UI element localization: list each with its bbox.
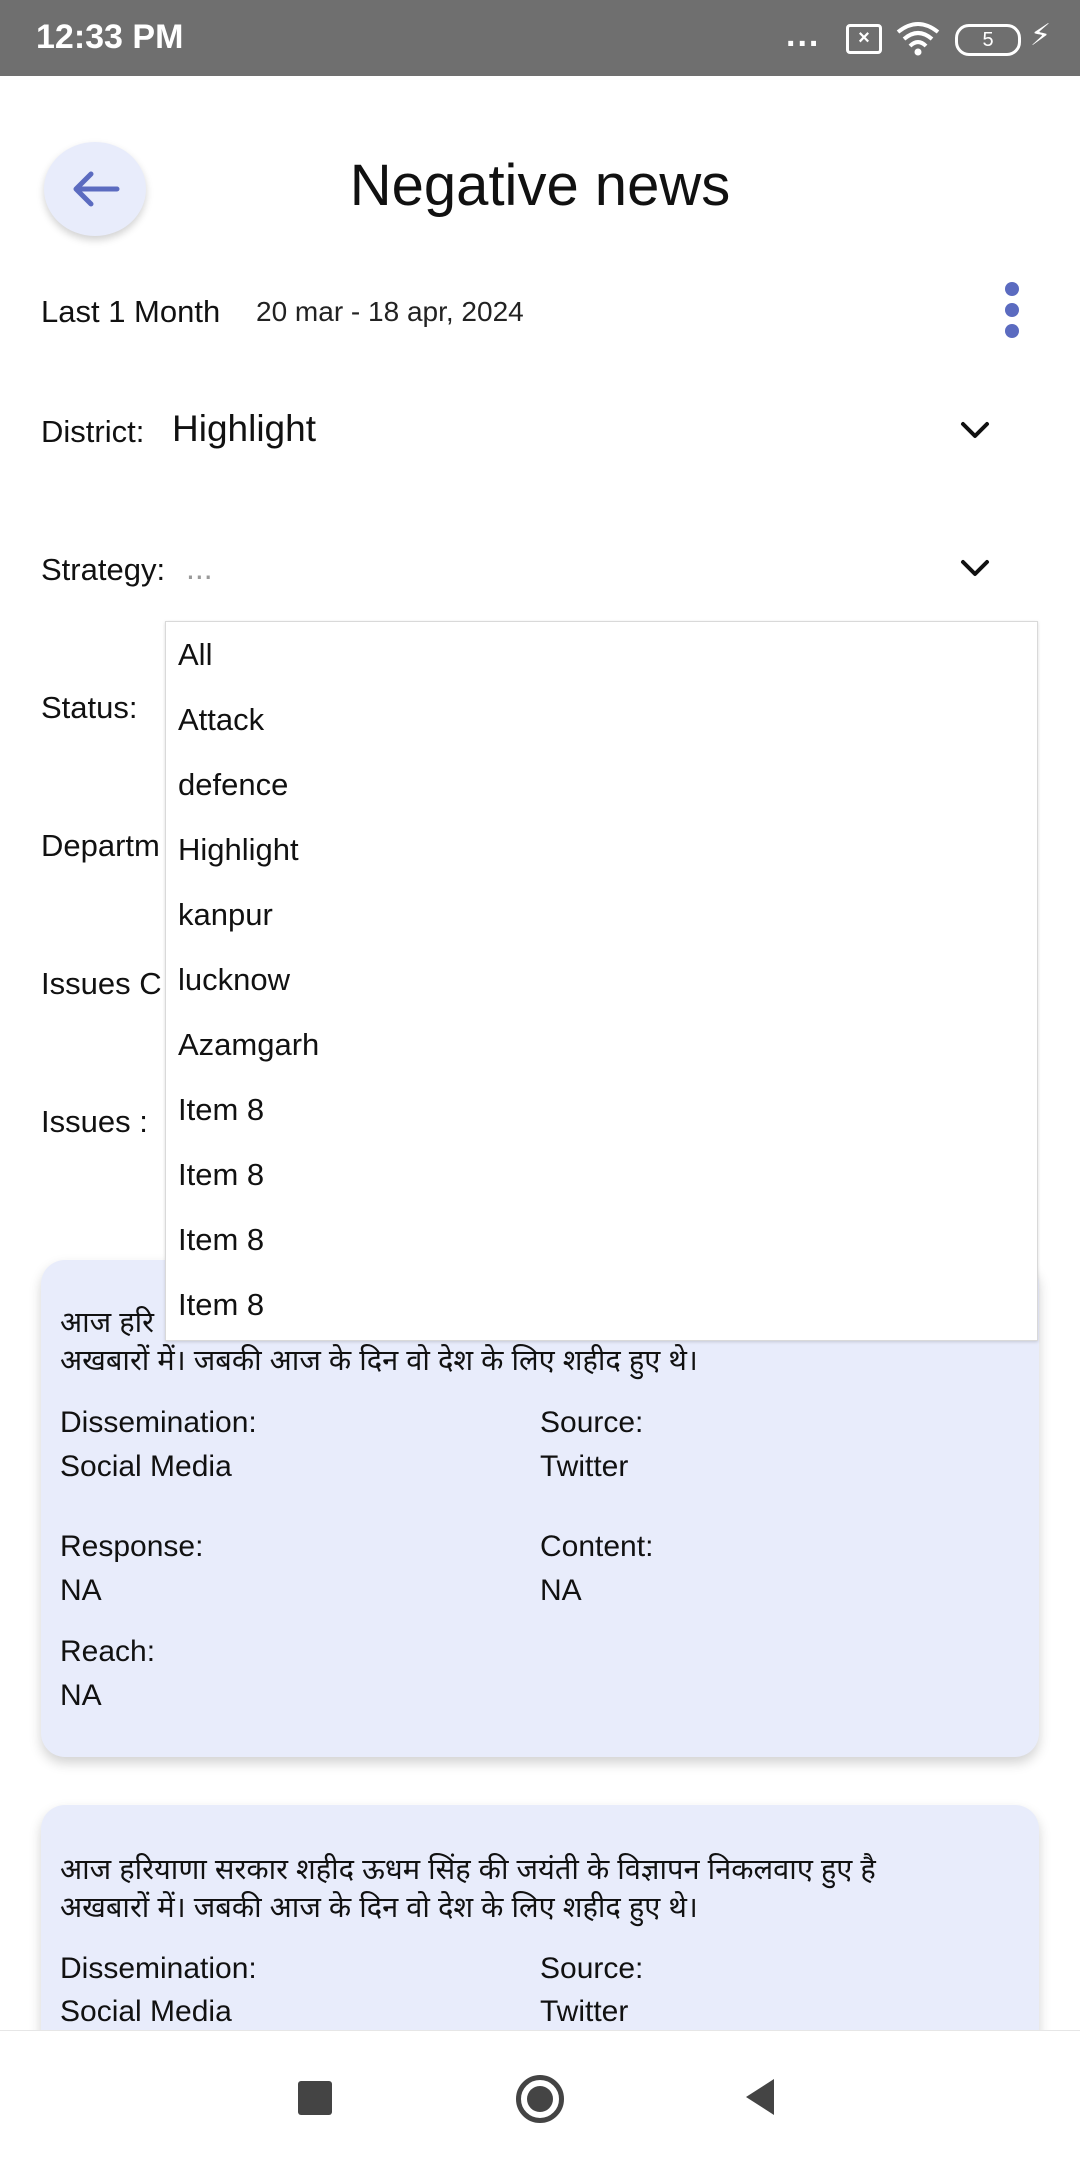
source-value: Twitter: [540, 1450, 629, 1483]
dissemination-label: Dissemination:: [60, 1952, 257, 1985]
district-chevron-down-icon[interactable]: [955, 414, 995, 446]
strategy-label: Strategy:: [41, 552, 166, 587]
dropdown-option-item-8[interactable]: Item 8: [166, 1207, 1037, 1272]
content-value: NA: [540, 1574, 582, 1607]
sim-x-icon: ×: [846, 24, 882, 54]
source-value: Twitter: [540, 1995, 629, 2028]
recent-apps-icon[interactable]: [298, 2081, 332, 2115]
dissemination-label: Dissemination:: [60, 1406, 257, 1439]
department-label: Departm: [41, 828, 160, 863]
dropdown-option-attack[interactable]: Attack: [166, 687, 1037, 752]
dropdown-option-defence[interactable]: defence: [166, 752, 1037, 817]
notification-dots: ...: [786, 16, 821, 54]
news-text-line-2: अखबारों में। जबकी आज के दिन वो देश के लि…: [60, 1892, 698, 1924]
dropdown-option-item-8[interactable]: Item 8: [166, 1272, 1037, 1337]
date-range-dates: 20 mar - 18 apr, 2024: [256, 296, 524, 327]
strategy-dropdown-menu: All Attack defence Highlight kanpur luck…: [165, 621, 1038, 1341]
battery-icon: 5: [955, 24, 1021, 56]
dropdown-option-all[interactable]: All: [166, 622, 1037, 687]
news-text-line-1: आज हरियाणा सरकार शहीद ऊधम सिंह की जयंती …: [60, 1854, 876, 1886]
dropdown-option-item-8[interactable]: Item 8: [166, 1142, 1037, 1207]
district-label: District:: [41, 414, 145, 449]
dropdown-option-kanpur[interactable]: kanpur: [166, 882, 1037, 947]
source-label: Source:: [540, 1952, 644, 1985]
charging-bolt-icon: ⚡: [1030, 19, 1052, 52]
response-label: Response:: [60, 1530, 204, 1563]
dissemination-value: Social Media: [60, 1995, 232, 2028]
reach-value: NA: [60, 1679, 102, 1712]
dropdown-option-item-8[interactable]: Item 8: [166, 1077, 1037, 1142]
dissemination-value: Social Media: [60, 1450, 232, 1483]
source-label: Source:: [540, 1406, 644, 1439]
dropdown-option-azamgarh[interactable]: Azamgarh: [166, 1012, 1037, 1077]
status-time: 12:33 PM: [36, 18, 184, 56]
strategy-select[interactable]: ...: [186, 550, 213, 587]
home-icon[interactable]: [516, 2075, 564, 2123]
dropdown-option-highlight[interactable]: Highlight: [166, 817, 1037, 882]
issues-label: Issues :: [41, 1104, 148, 1139]
dropdown-option-lucknow[interactable]: lucknow: [166, 947, 1037, 1012]
more-options-icon[interactable]: [1000, 282, 1024, 342]
response-value: NA: [60, 1574, 102, 1607]
issues-category-label: Issues C: [41, 966, 162, 1001]
system-navigation-bar: [0, 2030, 1080, 2161]
page-title: Negative news: [349, 153, 731, 218]
date-range-label[interactable]: Last 1 Month: [41, 294, 220, 330]
news-text-line-2: अखबारों में। जबकी आज के दिन वो देश के लि…: [60, 1345, 698, 1377]
status-label: Status:: [41, 690, 138, 725]
nav-back-icon[interactable]: [742, 2077, 778, 2117]
district-select[interactable]: Highlight: [172, 408, 316, 450]
reach-label: Reach:: [60, 1635, 156, 1668]
wifi-icon: [895, 20, 941, 61]
status-bar: 12:33 PM ... × 5 ⚡: [0, 0, 1080, 76]
content-label: Content:: [540, 1530, 654, 1563]
strategy-chevron-down-icon[interactable]: [955, 552, 995, 584]
